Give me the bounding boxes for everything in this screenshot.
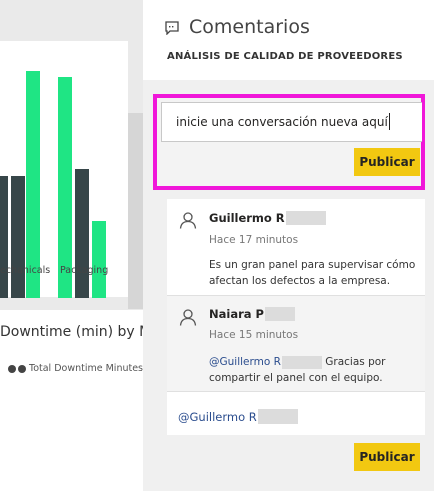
comment-author: Guillermo R: [209, 211, 326, 225]
comment-text: @Guillermo R Gracias por compartir el pa…: [209, 354, 421, 386]
legend-dot-icon: [18, 364, 26, 373]
text-cursor: [389, 113, 390, 130]
new-comment-input[interactable]: [161, 102, 422, 142]
chart-bar: [75, 169, 89, 298]
comment-timestamp: Hace 17 minutos: [209, 234, 299, 246]
comment-item[interactable]: Guillermo R Hace 17 minutos Es un gran p…: [167, 199, 425, 295]
comments-pane: Comentarios ANÁLISIS DE CALIDAD DE PROVE…: [143, 0, 434, 491]
chart-bar: [11, 176, 25, 298]
redacted-name: [264, 307, 295, 321]
chart-bar: [0, 176, 8, 298]
comments-header: Comentarios ANÁLISIS DE CALIDAD DE PROVE…: [143, 0, 434, 80]
chart-bar: [92, 221, 106, 298]
comment-author: Naiara P: [209, 307, 295, 321]
dashboard-name: ANÁLISIS DE CALIDAD DE PROVEEDORES: [167, 51, 403, 62]
adjacent-tile: [128, 113, 143, 309]
chart-x-label: echanicals: [0, 265, 51, 276]
comment-icon: [165, 21, 179, 35]
mention-link[interactable]: @Guillermo R: [209, 354, 322, 370]
redacted-name: [285, 211, 326, 225]
comment-timestamp: Hace 15 minutos: [209, 329, 299, 341]
downtime-chart-title: Downtime (min) by M: [0, 324, 143, 340]
publish-button[interactable]: Publicar: [354, 148, 420, 176]
pane-title: Comentarios: [189, 16, 310, 38]
comment-thread: Guillermo R Hace 17 minutos Es un gran p…: [167, 199, 425, 435]
mention-name: @Guillermo R: [209, 356, 281, 368]
chart-legend: Total Downtime Minutes: [8, 363, 143, 374]
author-name: Naiara P: [209, 307, 264, 321]
dashboard-background: echanicals Packaging Downtime (min) by M…: [0, 0, 143, 491]
user-avatar-icon: [179, 212, 197, 229]
reply-input[interactable]: @Guillermo R: [167, 399, 425, 435]
redacted-name: [257, 409, 298, 424]
chart-bar: [26, 71, 40, 298]
comment-text: Es un gran panel para supervisar cómo af…: [209, 259, 416, 287]
redacted-name: [281, 355, 322, 369]
legend-dot-icon: [8, 364, 16, 373]
chart-x-label: Packaging: [60, 265, 109, 276]
user-avatar-icon: [179, 309, 197, 326]
author-name: Guillermo R: [209, 211, 285, 225]
reply-draft: @Guillermo R: [178, 409, 298, 424]
bar-chart-tile[interactable]: [0, 41, 128, 298]
reply-mention: @Guillermo R: [178, 409, 257, 424]
legend-label: Total Downtime Minutes: [29, 363, 143, 374]
comment-item[interactable]: Naiara P Hace 15 minutos @Guillermo R Gr…: [167, 295, 425, 392]
publish-reply-button[interactable]: Publicar: [354, 443, 420, 471]
